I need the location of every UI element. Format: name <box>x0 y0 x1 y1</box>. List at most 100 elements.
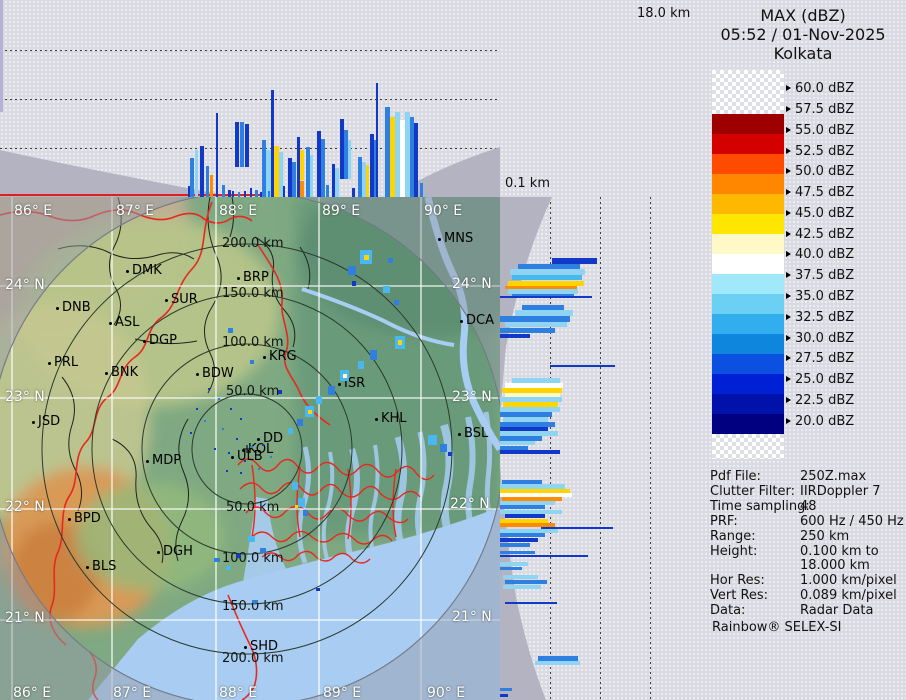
echo-bar <box>500 694 508 697</box>
echo-cell <box>398 340 402 345</box>
legend-entry-label: 45.0 dBZ <box>795 205 855 221</box>
product-title: MAX (dBZ) <box>760 6 846 25</box>
echo-bar <box>195 150 198 197</box>
echo-bar <box>500 688 512 691</box>
legend-arrow-icon <box>786 210 791 216</box>
echo-cell <box>278 390 282 394</box>
legend-band <box>712 114 784 134</box>
echo-cell <box>218 398 220 400</box>
echo-bar <box>335 168 339 197</box>
city-dot <box>196 373 199 376</box>
legend-arrow-icon <box>786 335 791 341</box>
legend-entry-label: 47.5 dBZ <box>795 184 855 200</box>
legend-entry-label: 25.0 dBZ <box>795 371 855 387</box>
echo-cell <box>364 255 369 260</box>
city-dot <box>109 322 112 325</box>
echo-bar <box>310 155 313 197</box>
legend-arrow-icon <box>786 293 791 299</box>
echo-bar <box>503 585 541 589</box>
ew-cross-section-panel <box>0 0 500 197</box>
legend-entry: 22.5 dBZ <box>786 392 854 408</box>
legend-entry: 45.0 dBZ <box>786 205 854 221</box>
range-ring-label: 50.0 km <box>226 500 280 515</box>
metadata-row: Hor Res: 1.000 km/pixel <box>710 573 897 588</box>
echo-bar <box>366 165 369 197</box>
echo-cell <box>228 328 233 333</box>
echo-cell <box>352 281 356 286</box>
echo-bar <box>228 190 231 197</box>
echo-cell <box>228 452 230 454</box>
range-ring-label: 100.0 km <box>222 335 284 350</box>
echo-cell <box>226 470 228 472</box>
metadata-label: Pdf File: <box>710 469 761 484</box>
metadata-value: 0.100 km to <box>800 544 879 559</box>
legend-entry-label: 52.5 dBZ <box>795 143 855 159</box>
legend-entry-label: 32.5 dBZ <box>795 309 855 325</box>
legend-checker-bottom <box>712 434 784 459</box>
metadata-value: 250 km <box>800 529 850 544</box>
echo-cell <box>388 258 393 263</box>
echo-cell <box>448 452 452 456</box>
legend-band <box>712 134 784 154</box>
city-dot <box>143 340 146 343</box>
echo-cell <box>240 472 242 474</box>
echo-cell <box>204 420 206 422</box>
metadata-row: PRF: 600 Hz / 450 Hz <box>710 514 904 529</box>
legend-entry-label: 40.0 dBZ <box>795 246 855 262</box>
echo-bar <box>505 322 567 327</box>
software-brand: Rainbow® SELEX-SI <box>712 620 842 635</box>
city-dot <box>458 433 461 436</box>
legend-entry: 50.0 dBZ <box>786 163 854 179</box>
echo-cell <box>270 456 272 458</box>
city-marker: KHL <box>381 411 407 426</box>
legend-band <box>712 254 784 274</box>
echo-bar <box>216 113 218 197</box>
metadata-row: 18.000 km <box>710 558 870 573</box>
echo-bar <box>535 661 580 665</box>
city-marker: BNK <box>111 365 139 380</box>
echo-cell <box>394 300 399 305</box>
echo-bar <box>326 185 329 197</box>
echo-cell <box>214 448 216 450</box>
echo-bar <box>505 514 545 518</box>
echo-bar <box>420 183 423 197</box>
legend-entry-label: 30.0 dBZ <box>795 330 855 346</box>
legend-entry: 52.5 dBZ <box>786 143 854 159</box>
metadata-row: Height: 0.100 km to <box>710 544 879 559</box>
lon-lat-label: 86° E <box>14 203 53 219</box>
legend-entry-label: 42.5 dBZ <box>795 226 855 242</box>
echo-bar <box>505 602 557 604</box>
legend-arrow-icon <box>786 397 791 403</box>
metadata-value: 1.000 km/pixel <box>800 573 897 588</box>
metadata-value: 18.000 km <box>800 558 870 573</box>
echo-bar <box>200 146 204 197</box>
lon-lat-label: 90° E <box>424 203 463 219</box>
city-dot <box>56 307 59 310</box>
legend-entry: 30.0 dBZ <box>786 330 854 346</box>
city-marker: BDW <box>202 366 234 381</box>
city-marker: MDP <box>152 453 182 468</box>
echo-bar <box>245 124 249 167</box>
city-dot <box>32 421 35 424</box>
city-marker: DMK <box>132 263 162 278</box>
echo-cell <box>292 482 298 490</box>
echo-bar <box>240 122 244 167</box>
city-dot <box>157 551 160 554</box>
metadata-label: Vert Res: <box>710 588 769 603</box>
legend-entry-label: 22.5 dBZ <box>795 392 855 408</box>
echo-bar <box>505 580 547 584</box>
metadata-row: Clutter Filter: IIRDoppler 7 <box>710 484 881 499</box>
echo-cell <box>222 428 224 430</box>
beam-blind-zone-graphics <box>0 147 500 197</box>
legend-band <box>712 314 784 334</box>
lon-lat-label: 88° E <box>219 203 258 219</box>
city-marker: JSD <box>38 414 61 429</box>
metadata-row: Vert Res: 0.089 km/pixel <box>710 588 897 603</box>
height-min-label: 0.1 km <box>505 176 550 191</box>
echo-bar <box>500 533 545 537</box>
city-marker: DGP <box>149 333 177 348</box>
legend-arrow-icon <box>786 376 791 382</box>
echo-cell <box>250 446 253 448</box>
legend-entry: 35.0 dBZ <box>786 288 854 304</box>
lon-lat-label: 87° E <box>113 685 152 700</box>
